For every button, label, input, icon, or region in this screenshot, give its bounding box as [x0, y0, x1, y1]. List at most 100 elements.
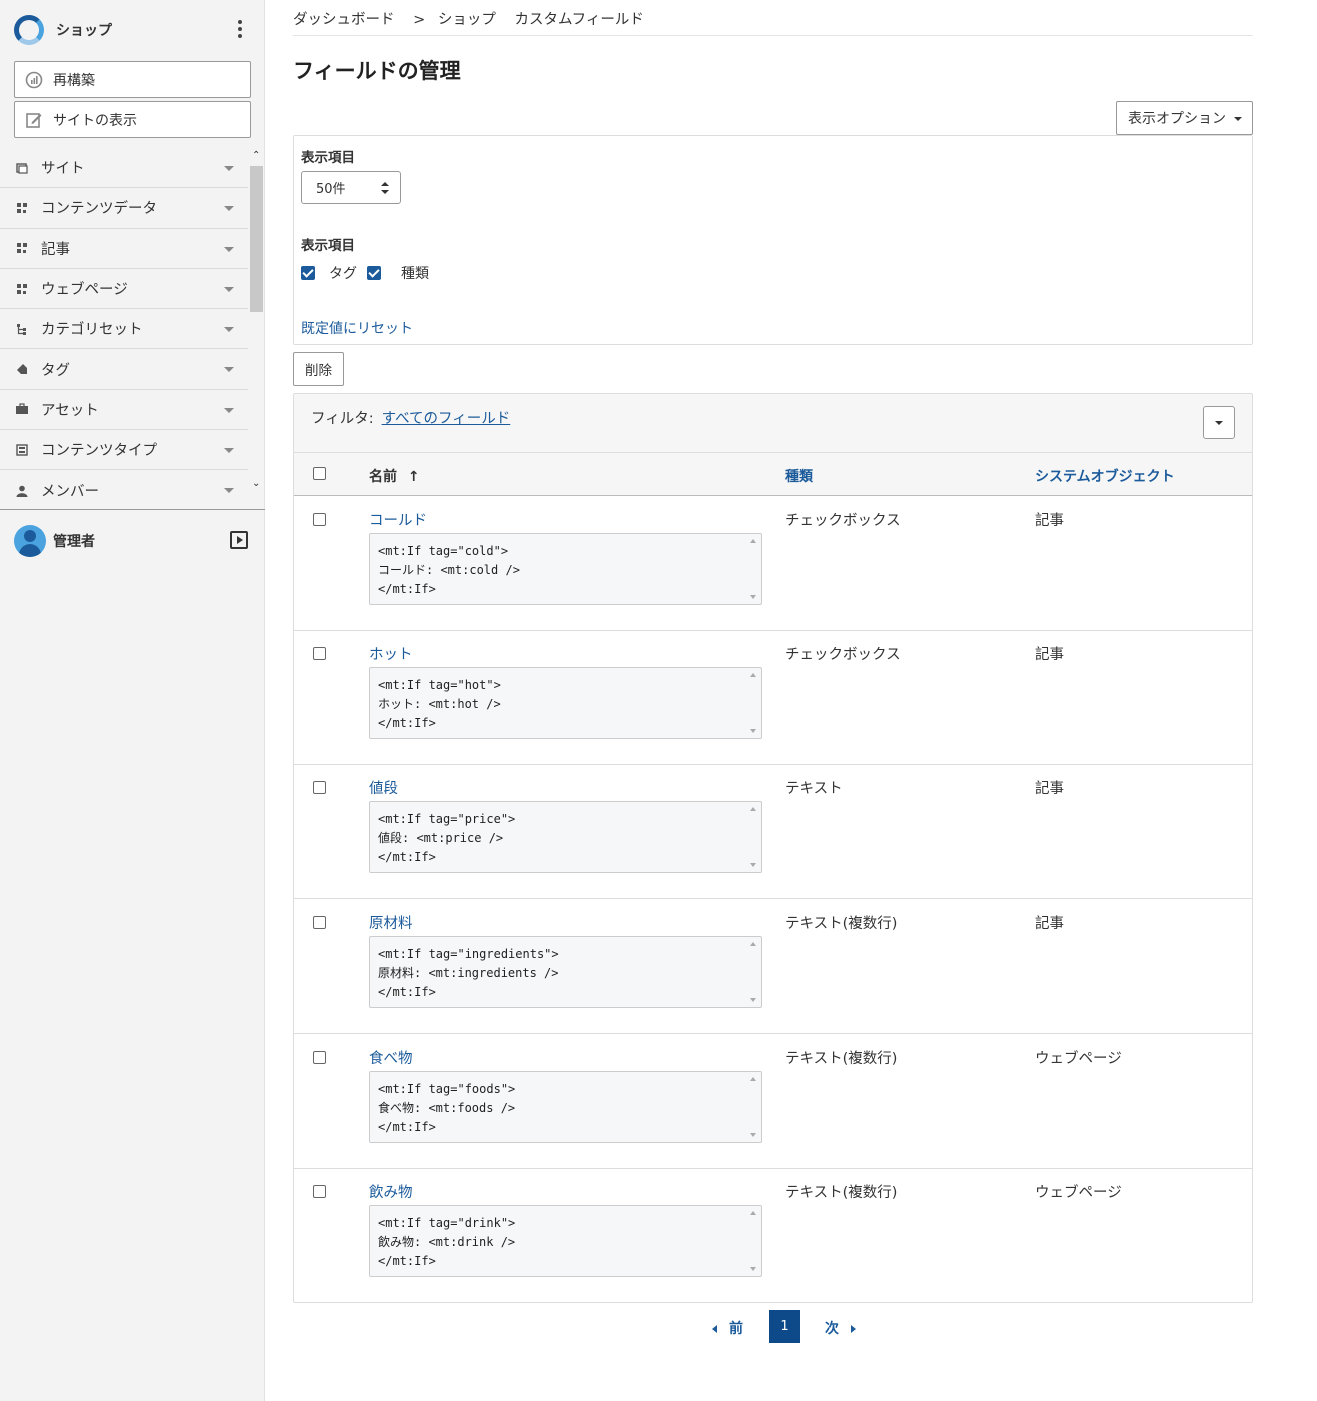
field-name-link[interactable]: 原材料 [369, 912, 413, 933]
sidebar-item-assets[interactable]: アセット [0, 390, 248, 431]
select-arrows-icon [381, 182, 389, 194]
chevron-down-icon [224, 448, 234, 454]
pagination: 前 1 次 [293, 1310, 1253, 1343]
row-checkbox[interactable] [313, 647, 326, 660]
view-site-label: サイトの表示 [53, 112, 137, 129]
table-row: コールド <mt:If tag="cold"> コールド: <mt:cold /… [294, 496, 1252, 631]
textarea-scrollbar[interactable] [747, 669, 760, 737]
sidebar-item-entries[interactable]: 記事 [0, 229, 248, 269]
field-type: テキスト [785, 781, 843, 797]
pagination-prev[interactable]: 前 [712, 1318, 743, 1338]
display-options-label: 表示オプション [1128, 111, 1226, 127]
table-row: 値段 <mt:If tag="price"> 値段: <mt:price /> … [294, 764, 1252, 899]
display-options-panel: 表示項目 50件 表示項目 タグ 種類 既定値にリセット [293, 135, 1253, 345]
scroll-up-icon[interactable]: ⌃ [252, 150, 260, 161]
field-name-link[interactable]: コールド [369, 509, 427, 530]
system-object: 記事 [1035, 647, 1064, 663]
column-type-checkbox[interactable] [367, 266, 381, 280]
sidebar-divider [0, 509, 265, 510]
row-checkbox[interactable] [313, 513, 326, 526]
rebuild-button[interactable]: 再構築 [14, 61, 251, 98]
template-code-textarea[interactable]: <mt:If tag="hot"> ホット: <mt:hot /> </mt:I… [369, 667, 762, 739]
avatar [14, 525, 46, 557]
field-name-link[interactable]: 値段 [369, 777, 398, 798]
pagination-next[interactable]: 次 [825, 1318, 856, 1338]
member-icon [16, 485, 28, 497]
header-name[interactable]: 名前 ↑ [369, 466, 420, 486]
sidebar-item-webpages[interactable]: ウェブページ [0, 269, 248, 310]
row-checkbox[interactable] [313, 781, 326, 794]
sidebar-item-label: アセット [41, 402, 99, 419]
pagination-current-page[interactable]: 1 [769, 1310, 800, 1343]
template-code-text: <mt:If tag="price"> 値段: <mt:price /> </m… [378, 812, 516, 864]
sign-out-icon[interactable] [230, 531, 248, 549]
filter-dropdown-button[interactable] [1203, 406, 1235, 439]
tag-icon [16, 363, 28, 375]
column-tag-label[interactable]: タグ [329, 263, 357, 283]
entry-icon [16, 242, 28, 254]
header-type[interactable]: 種類 [785, 466, 813, 486]
table-row: ホット <mt:If tag="hot"> ホット: <mt:hot /> </… [294, 630, 1252, 765]
textarea-scrollbar[interactable] [747, 938, 760, 1006]
sidebar-item-members[interactable]: メンバー [0, 470, 248, 510]
breadcrumb: ダッシュボード > ショップ カスタムフィールド [293, 8, 650, 29]
template-code-textarea[interactable]: <mt:If tag="ingredients"> 原材料: <mt:ingre… [369, 936, 762, 1008]
limit-select[interactable]: 50件 [301, 171, 401, 204]
template-code-textarea[interactable]: <mt:If tag="cold"> コールド: <mt:cold /> </m… [369, 533, 762, 605]
sidebar-item-tags[interactable]: タグ [0, 349, 248, 390]
row-checkbox[interactable] [313, 916, 326, 929]
breadcrumb-separator: > [413, 12, 426, 28]
breadcrumb-site[interactable]: ショップ [438, 12, 496, 28]
textarea-scrollbar[interactable] [747, 803, 760, 871]
select-all-checkbox[interactable] [313, 467, 326, 480]
header-name-label: 名前 [369, 469, 397, 485]
scroll-down-icon[interactable]: ⌄ [252, 478, 260, 489]
sidebar-scrollbar[interactable]: ⌃ ⌄ [249, 150, 264, 496]
field-name-link[interactable]: ホット [369, 643, 413, 664]
view-site-button[interactable]: サイトの表示 [14, 101, 251, 138]
sidebar-item-content-types[interactable]: コンテンツタイプ [0, 430, 248, 471]
header-system-object[interactable]: システムオブジェクト [1035, 466, 1175, 486]
sidebar-item-content-data[interactable]: コンテンツデータ [0, 188, 248, 229]
field-name-link[interactable]: 飲み物 [369, 1181, 413, 1202]
sidebar-item-label: サイト [41, 161, 85, 178]
sidebar-item-site[interactable]: サイト [0, 148, 248, 189]
sidebar-item-label: メンバー [41, 484, 99, 501]
caret-down-icon [1234, 117, 1242, 121]
template-code-text: <mt:If tag="cold"> コールド: <mt:cold /> </m… [378, 544, 520, 596]
column-type-label[interactable]: 種類 [401, 263, 429, 283]
user-menu[interactable]: 管理者 [14, 525, 250, 557]
asset-icon [16, 403, 28, 415]
field-type: テキスト(複数行) [785, 1185, 898, 1201]
template-code-textarea[interactable]: <mt:If tag="price"> 値段: <mt:price /> </m… [369, 801, 762, 873]
chevron-down-icon [224, 246, 234, 252]
chevron-down-icon [224, 286, 234, 292]
row-checkbox[interactable] [313, 1051, 326, 1064]
row-checkbox[interactable] [313, 1185, 326, 1198]
delete-button[interactable]: 削除 [293, 352, 344, 386]
filter-value-link[interactable]: すべてのフィールド [382, 411, 511, 427]
kebab-menu-icon[interactable] [236, 20, 244, 38]
column-tag-checkbox[interactable] [301, 266, 315, 280]
textarea-scrollbar[interactable] [747, 535, 760, 603]
sidebar-item-category-sets[interactable]: カテゴリセット [0, 309, 248, 350]
template-code-text: <mt:If tag="foods"> 食べ物: <mt:foods /> </… [378, 1082, 516, 1134]
sidebar-item-label: カテゴリセット [41, 322, 143, 339]
template-code-text: <mt:If tag="hot"> ホット: <mt:hot /> </mt:I… [378, 678, 501, 730]
template-code-textarea[interactable]: <mt:If tag="drink"> 飲み物: <mt:drink /> </… [369, 1205, 762, 1277]
chevron-down-icon [224, 206, 234, 212]
breadcrumb-dashboard[interactable]: ダッシュボード [293, 12, 395, 28]
system-object: ウェブページ [1035, 1051, 1122, 1067]
reset-defaults-link[interactable]: 既定値にリセット [301, 318, 413, 338]
site-switcher[interactable]: ショップ [14, 14, 250, 46]
template-code-text: <mt:If tag="drink"> 飲み物: <mt:drink /> </… [378, 1216, 516, 1268]
content-data-icon [16, 202, 28, 214]
sidebar-item-label: コンテンツデータ [41, 201, 157, 218]
textarea-scrollbar[interactable] [747, 1073, 760, 1141]
template-code-textarea[interactable]: <mt:If tag="foods"> 食べ物: <mt:foods /> </… [369, 1071, 762, 1143]
display-options-button[interactable]: 表示オプション [1116, 101, 1253, 135]
textarea-scrollbar[interactable] [747, 1207, 760, 1275]
scrollbar-thumb[interactable] [250, 166, 263, 312]
filter-bar: フィルタ: すべてのフィールド [294, 394, 1252, 452]
field-name-link[interactable]: 食べ物 [369, 1047, 413, 1068]
